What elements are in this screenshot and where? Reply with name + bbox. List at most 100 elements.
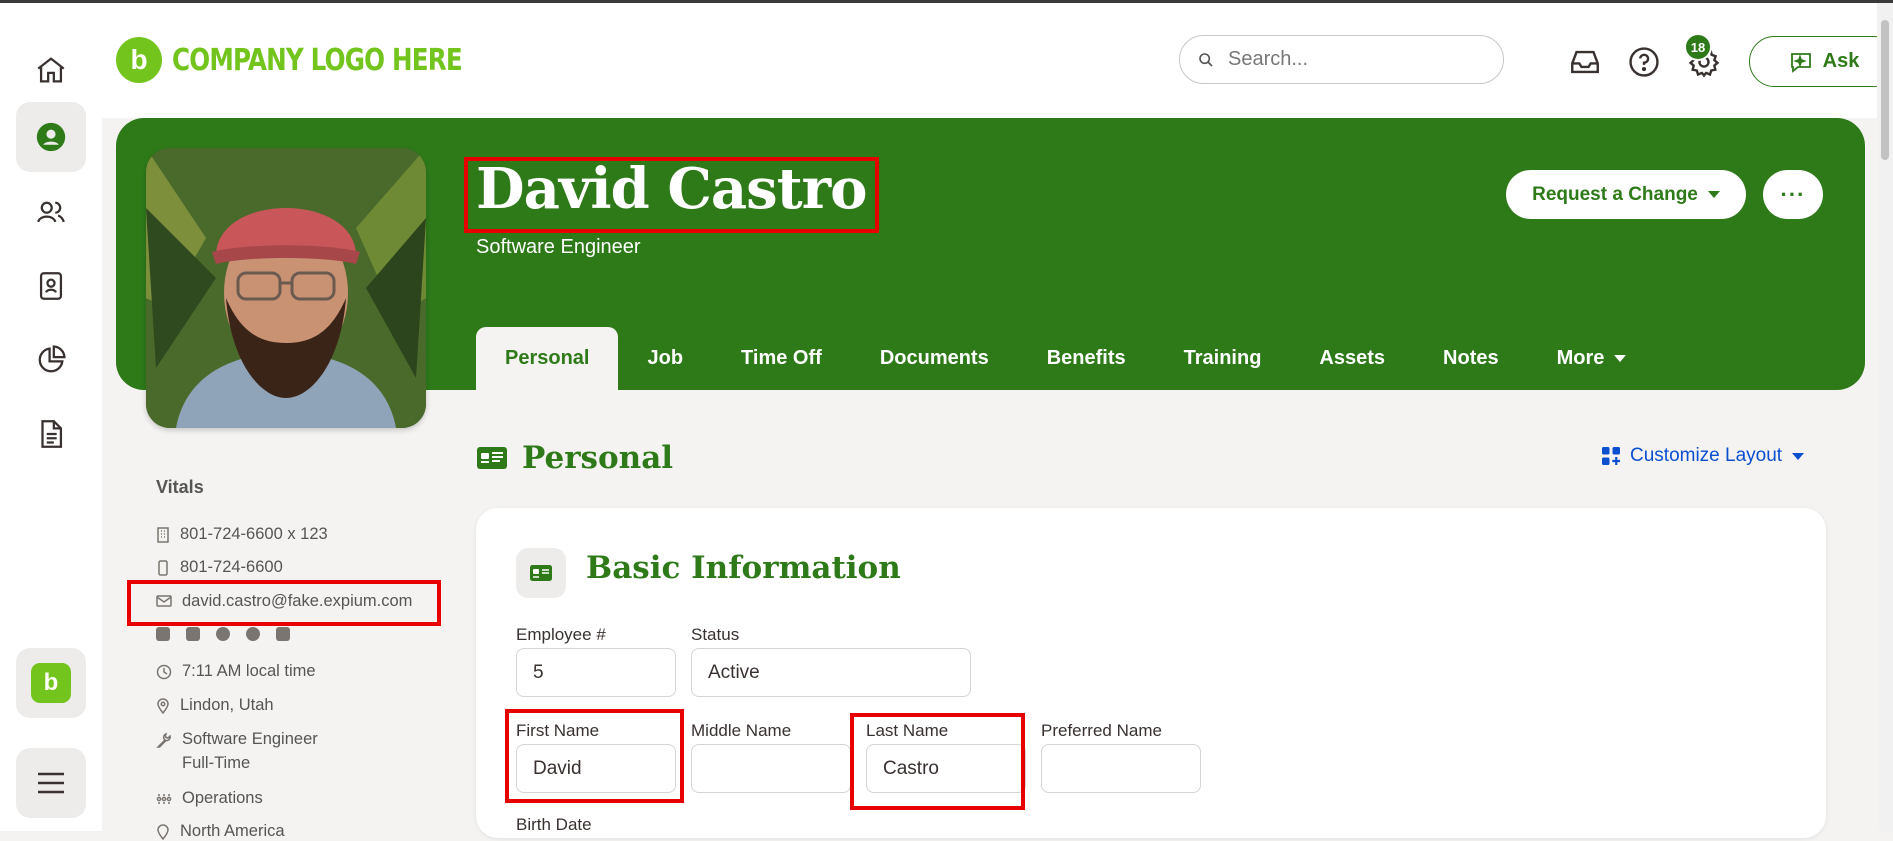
nav-directory[interactable] [16,251,86,321]
id-card-icon [477,447,507,469]
vital-job: Software Engineer Full-Time [156,730,318,773]
status-field[interactable] [691,648,971,697]
person-icon [36,122,66,152]
vital-job-title: Software Engineer [182,730,318,748]
help-button[interactable] [1625,43,1663,81]
chevron-down-icon [1792,452,1805,460]
nav-brand-app[interactable]: b [16,648,86,718]
profile-tabs: Personal Job Time Off Documents Benefits… [476,327,1655,390]
tab-more[interactable]: More [1528,327,1656,390]
location-pin-icon [157,824,169,840]
mobile-phone-link[interactable]: 801-724-6600 [180,558,283,577]
vital-employment-type: Full-Time [182,754,251,772]
building-icon [157,527,169,543]
vitals-heading: Vitals [156,477,204,497]
vital-mobile-phone: 801-724-6600 [156,558,283,577]
vital-location: Lindon, Utah [156,696,274,715]
more-actions-button[interactable]: ··· [1763,170,1823,219]
logo-text: COMPANY LOGO HERE [172,42,463,78]
chevron-down-icon [1614,355,1627,362]
tab-benefits[interactable]: Benefits [1018,327,1155,390]
vital-work-phone: 801-724-6600 x 123 [156,525,328,544]
tab-job[interactable]: Job [618,327,712,390]
tab-assets[interactable]: Assets [1290,327,1414,390]
facebook-icon[interactable] [216,627,230,641]
nav-reports[interactable] [16,325,86,395]
wrench-icon [156,732,171,748]
tab-notes[interactable]: Notes [1414,327,1528,390]
division-text: North America [180,822,285,840]
sparkle-chat-icon [1790,52,1811,73]
preferred-name-label: Preferred Name [1041,721,1162,740]
logo-mark-icon: b [116,37,162,83]
preferred-name-field[interactable] [1041,744,1201,793]
nav-menu-button[interactable] [16,748,86,818]
employee-photo-image [146,148,426,428]
middle-name-label: Middle Name [691,721,792,740]
local-time-text: 7:11 AM local time [182,662,316,680]
home-icon [37,57,65,83]
employee-photo[interactable] [146,148,426,428]
request-change-button[interactable]: Request a Change [1506,170,1746,219]
search-box[interactable] [1179,35,1504,84]
id-card-icon [530,565,552,581]
request-change-label: Request a Change [1532,183,1698,205]
birth-date-label: Birth Date [516,815,592,834]
scrollbar-thumb[interactable] [1881,20,1889,160]
employee-number-label: Employee # [516,625,606,644]
twitter-icon[interactable] [186,627,200,641]
pinterest-icon[interactable] [246,627,260,641]
vital-local-time: 7:11 AM local time [156,662,316,681]
brand-app-icon: b [31,663,71,703]
tab-time-off[interactable]: Time Off [712,327,851,390]
top-header: b COMPANY LOGO HERE 18 Ask [102,3,1893,118]
left-nav: b [0,3,102,831]
nav-people[interactable] [16,177,86,247]
highlight-employee-name [464,157,879,233]
layout-grid-icon [1602,447,1620,465]
inbox-icon [1571,50,1599,74]
tab-more-label: More [1556,347,1605,369]
ask-label: Ask [1822,50,1860,72]
tab-training[interactable]: Training [1155,327,1291,390]
chevron-down-icon [1707,191,1720,198]
location-pin-icon [157,698,169,714]
nav-my-info[interactable] [16,102,86,172]
nav-files[interactable] [16,399,86,469]
document-icon [41,420,63,448]
instagram-icon[interactable] [276,627,290,641]
nav-home[interactable] [16,35,86,105]
card-icon-wrapper [516,548,566,598]
inbox-button[interactable] [1566,43,1604,81]
linkedin-icon[interactable] [156,627,170,641]
work-phone-link[interactable]: 801-724-6600 x 123 [180,525,328,544]
help-icon [1629,47,1659,77]
tab-personal[interactable]: Personal [476,327,619,390]
tab-documents[interactable]: Documents [851,327,1018,390]
section-title: Personal [522,440,674,476]
department-text: Operations [182,789,263,807]
status-label: Status [691,625,740,644]
ask-button[interactable]: Ask [1749,36,1893,87]
employee-job-title: Software Engineer [476,236,641,258]
personal-section-header: Personal [476,440,673,476]
vital-department: Operations [156,789,263,808]
pie-chart-icon [38,345,66,373]
people-icon [37,201,65,223]
card-title: Basic Information [586,550,901,586]
search-icon [1199,52,1213,67]
mobile-phone-icon [158,560,168,576]
clock-icon [156,664,172,680]
customize-layout-button[interactable]: Customize Layout [1602,445,1805,467]
location-text: Lindon, Utah [180,696,274,714]
org-chart-icon [156,794,172,804]
highlight-first-name [505,709,684,803]
hamburger-icon [38,772,64,794]
badge-icon [39,272,63,300]
company-logo[interactable]: b COMPANY LOGO HERE [116,37,525,83]
search-input[interactable] [1226,47,1480,72]
customize-layout-label: Customize Layout [1630,445,1783,466]
employee-number-field[interactable] [516,648,676,697]
highlight-last-name [850,713,1025,810]
middle-name-field[interactable] [691,744,851,793]
